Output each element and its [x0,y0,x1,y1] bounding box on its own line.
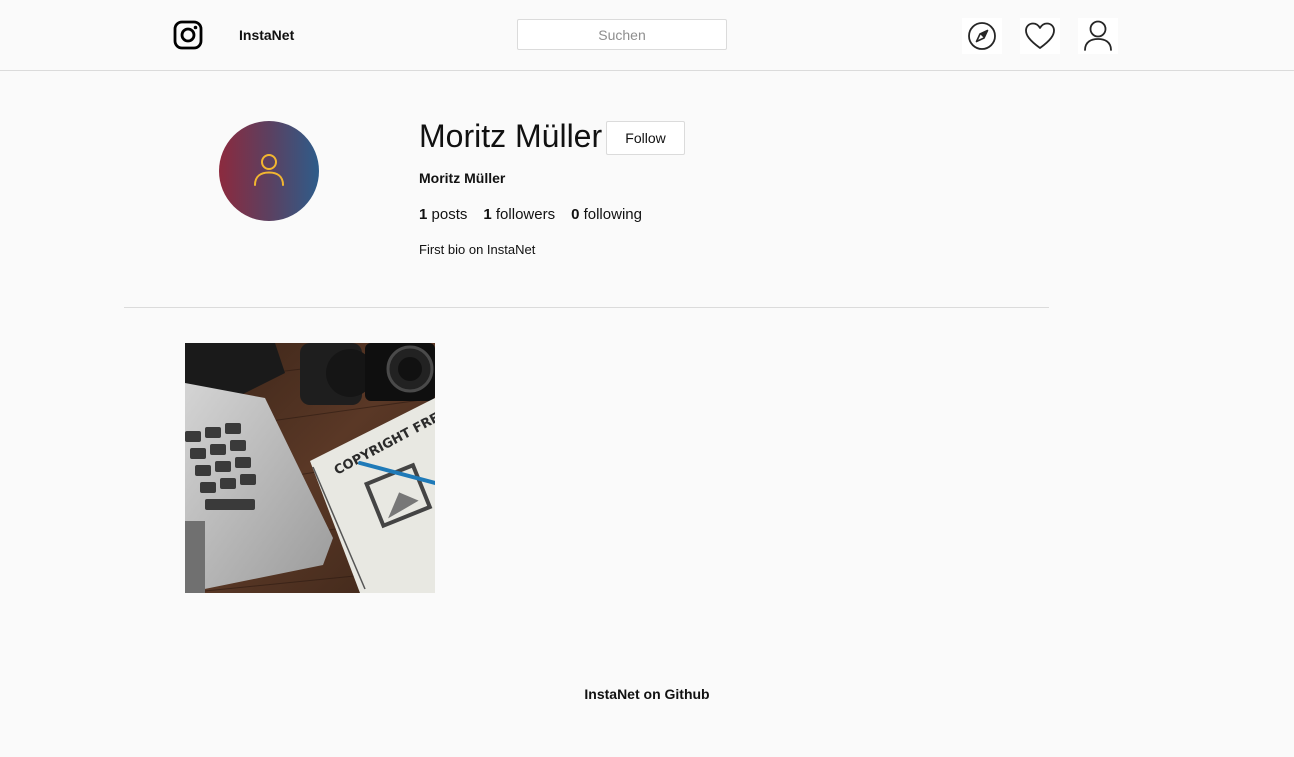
posts-label: posts [431,206,468,223]
avatar [219,121,319,221]
following-stat[interactable]: 0 following [571,206,642,223]
explore-button[interactable] [962,18,1002,54]
brand-name[interactable]: InstaNet [239,27,294,43]
navbar: InstaNet [0,0,1294,71]
following-label: following [583,206,642,223]
heart-icon [1024,21,1056,51]
following-count: 0 [571,206,580,223]
followers-stat[interactable]: 1 followers [483,206,555,223]
search-input[interactable] [517,19,727,50]
profile-button[interactable] [1078,18,1118,54]
followers-label: followers [495,206,556,223]
user-icon [1082,19,1114,53]
compass-icon [966,20,998,52]
user-icon [251,151,287,192]
divider [124,307,1049,308]
profile-full-name: Moritz Müller [419,170,506,186]
post-thumbnail[interactable]: COPYRIGHT FREE IMAGES [185,343,435,593]
activity-button[interactable] [1020,18,1060,54]
profile-bio: First bio on InstaNet [419,242,536,257]
posts-stat: 1 posts [419,206,467,223]
followers-count: 1 [483,206,492,223]
github-link[interactable]: InstaNet on Github [0,686,1294,702]
profile-username: Moritz Müller [419,118,603,154]
posts-count: 1 [419,206,428,223]
post-image: COPYRIGHT FREE IMAGES [185,343,435,593]
follow-button[interactable]: Follow [606,121,685,155]
profile-stats: 1 posts 1 followers 0 following [419,206,642,223]
instagram-logo-icon[interactable] [172,19,204,51]
